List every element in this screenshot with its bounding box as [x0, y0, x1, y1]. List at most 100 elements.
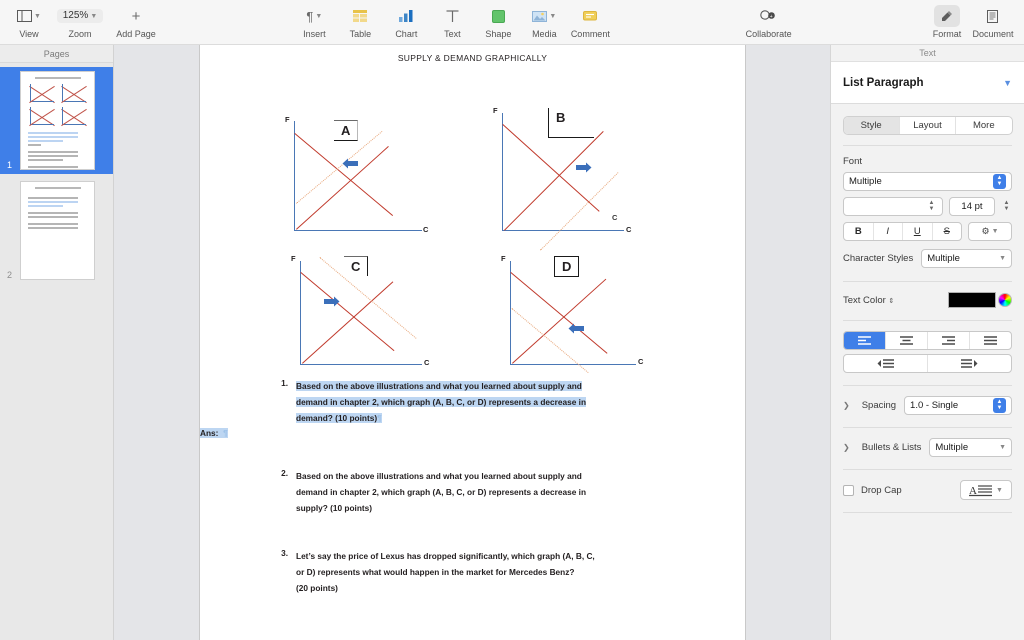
- graph-d: F C D: [498, 253, 646, 375]
- graph-b-shift-arrow: [575, 162, 592, 173]
- font-style-row: B I U S ⚙ ▼: [843, 222, 1012, 241]
- page-thumbnail-list: 1 2: [0, 63, 113, 291]
- questions-list[interactable]: 1. Based on the above illustrations and …: [200, 378, 745, 597]
- toolbar-button-insert[interactable]: ¶ ▼ Insert: [291, 0, 337, 40]
- toolbar-button-zoom[interactable]: 125% ▼ Zoom: [52, 0, 108, 39]
- pages-sidebar-header: Pages: [0, 45, 113, 63]
- graph-c-x-label: C: [424, 358, 430, 367]
- font-family-stepper-icon[interactable]: ▲ ▼: [993, 174, 1006, 189]
- question-item-2[interactable]: 2. Based on the above illustrations and …: [268, 468, 745, 517]
- bullets-lists-select[interactable]: Multiple ▼: [929, 438, 1012, 457]
- underline-button[interactable]: U: [903, 223, 933, 240]
- graph-d-shift-arrow: [568, 323, 585, 334]
- font-style-buttons[interactable]: B I U S: [843, 222, 962, 241]
- toolbar-button-collaborate[interactable]: + Collaborate: [741, 0, 797, 39]
- shape-square-icon: [491, 6, 505, 26]
- spacing-disclosure-icon[interactable]: ❯: [843, 401, 850, 410]
- bold-button[interactable]: B: [844, 223, 874, 240]
- inspector-tab-bar[interactable]: Style Layout More: [842, 116, 1013, 135]
- collaborate-icon: +: [760, 6, 777, 26]
- text-color-swatch-group[interactable]: [948, 292, 1012, 308]
- drop-cap-checkbox[interactable]: [843, 484, 854, 496]
- align-center-button[interactable]: [886, 332, 928, 349]
- page-thumbnail-1[interactable]: 1: [0, 67, 113, 174]
- alignment-button-group[interactable]: [843, 331, 1012, 350]
- updown-icon[interactable]: ⇕: [888, 298, 894, 305]
- graph-b-x-label-secondary: C: [612, 213, 618, 222]
- toolbar-button-chart[interactable]: Chart: [383, 0, 429, 39]
- align-justify-button[interactable]: [970, 332, 1011, 349]
- tab-layout[interactable]: Layout: [900, 117, 957, 134]
- toolbar-button-media[interactable]: ▼ Media: [521, 0, 567, 39]
- graph-a-x-label: C: [423, 225, 429, 234]
- toolbar-button-format[interactable]: Format: [924, 0, 970, 39]
- document-page-1[interactable]: SUPPLY & DEMAND GRAPHICALLY F C A F C C …: [200, 45, 745, 640]
- toolbar-button-document[interactable]: Document: [970, 0, 1016, 39]
- page-thumbnail-2[interactable]: 2: [0, 177, 113, 284]
- canvas-left-margin: [114, 45, 200, 640]
- bullets-disclosure-icon[interactable]: ❯: [843, 443, 850, 452]
- thumb-text-block-1: [28, 132, 87, 146]
- toolbar-button-comment[interactable]: Comment: [567, 0, 613, 39]
- toolbar-button-add-page[interactable]: + Add Page: [108, 0, 164, 40]
- tab-more[interactable]: More: [956, 117, 1011, 134]
- spacing-stepper-icon[interactable]: ▲ ▼: [993, 398, 1006, 413]
- graph-b: F C C B: [490, 105, 640, 251]
- main-toolbar: ▼ View 125% ▼ Zoom + Add Page ¶ ▼ Insert…: [0, 0, 1024, 45]
- indent-button-group[interactable]: [843, 354, 1012, 373]
- tab-style[interactable]: Style: [843, 117, 900, 134]
- typeface-select[interactable]: ▲ ▼: [843, 197, 943, 216]
- toolbar-label-collaborate: Collaborate: [745, 29, 792, 39]
- font-options-button[interactable]: ⚙ ▼: [968, 222, 1012, 241]
- text-t-icon: [446, 6, 459, 26]
- toolbar-button-shape[interactable]: Shape: [475, 0, 521, 39]
- color-wheel-icon[interactable]: [998, 293, 1012, 307]
- comment-icon: [583, 6, 598, 26]
- divider-2: [843, 281, 1012, 282]
- paragraph-style-name: List Paragraph: [843, 76, 924, 89]
- italic-button[interactable]: I: [874, 223, 903, 240]
- chevron-down-icon[interactable]: ▼: [1003, 78, 1012, 88]
- toolbar-button-table[interactable]: Table: [337, 0, 383, 39]
- spacing-select[interactable]: 1.0 - Single ▲ ▼: [904, 396, 1012, 415]
- graph-d-y-label: F: [501, 254, 506, 263]
- align-left-button[interactable]: [844, 332, 886, 349]
- pages-header-label: Pages: [43, 48, 70, 59]
- graph-a-label-box: A: [334, 120, 359, 141]
- document-canvas[interactable]: SUPPLY & DEMAND GRAPHICALLY F C A F C C …: [114, 45, 830, 640]
- toolbar-button-view[interactable]: ▼ View: [6, 0, 52, 39]
- strikethrough-button[interactable]: S: [933, 223, 962, 240]
- typeface-stepper-icon[interactable]: ▲ ▼: [926, 198, 937, 215]
- font-size-value: 14 pt: [961, 201, 983, 212]
- increase-indent-button[interactable]: [928, 355, 1011, 372]
- page-number-1: 1: [7, 160, 13, 170]
- spacing-label: Spacing: [861, 400, 897, 411]
- drop-cap-style-button[interactable]: A ▼: [960, 480, 1012, 500]
- graph-a-y-label: F: [285, 115, 290, 124]
- graph-a-label-text: A: [341, 123, 351, 138]
- character-styles-select[interactable]: Multiple ▼: [921, 249, 1012, 268]
- font-size-field[interactable]: 14 pt: [949, 197, 995, 216]
- gear-icon: ⚙: [981, 226, 990, 236]
- graph-c-y-label: F: [291, 254, 296, 263]
- graph-b-label-text: B: [556, 110, 566, 125]
- drop-cap-left-group: Drop Cap: [843, 484, 902, 496]
- paragraph-style-row[interactable]: List Paragraph ▼: [831, 61, 1024, 104]
- font-size-stepper-icon[interactable]: ▲ ▼: [1001, 198, 1012, 215]
- font-family-select[interactable]: Multiple ▲ ▼: [843, 172, 1012, 191]
- question-3-number: 3.: [281, 548, 288, 559]
- question-3-text: Let’s say the price of Lexus has dropped…: [296, 548, 688, 597]
- inspector-panel-title-label: Text: [919, 48, 936, 58]
- decrease-indent-button[interactable]: [844, 355, 928, 372]
- question-item-3[interactable]: 3. Let’s say the price of Lexus has drop…: [268, 548, 745, 597]
- answer-line-1[interactable]: Ans: ¶: [200, 427, 745, 438]
- chevron-down-icon: ▼: [34, 12, 41, 20]
- align-right-button[interactable]: [928, 332, 970, 349]
- question-item-1[interactable]: 1. Based on the above illustrations and …: [268, 378, 745, 427]
- toolbar-label-insert: Insert: [303, 29, 326, 39]
- text-color-swatch[interactable]: [948, 292, 996, 308]
- chevron-down-icon: ▼: [549, 12, 557, 20]
- graph-b-y-label: F: [493, 106, 498, 115]
- toolbar-button-text[interactable]: Text: [429, 0, 475, 39]
- chevron-down-icon: ▼: [996, 486, 1003, 494]
